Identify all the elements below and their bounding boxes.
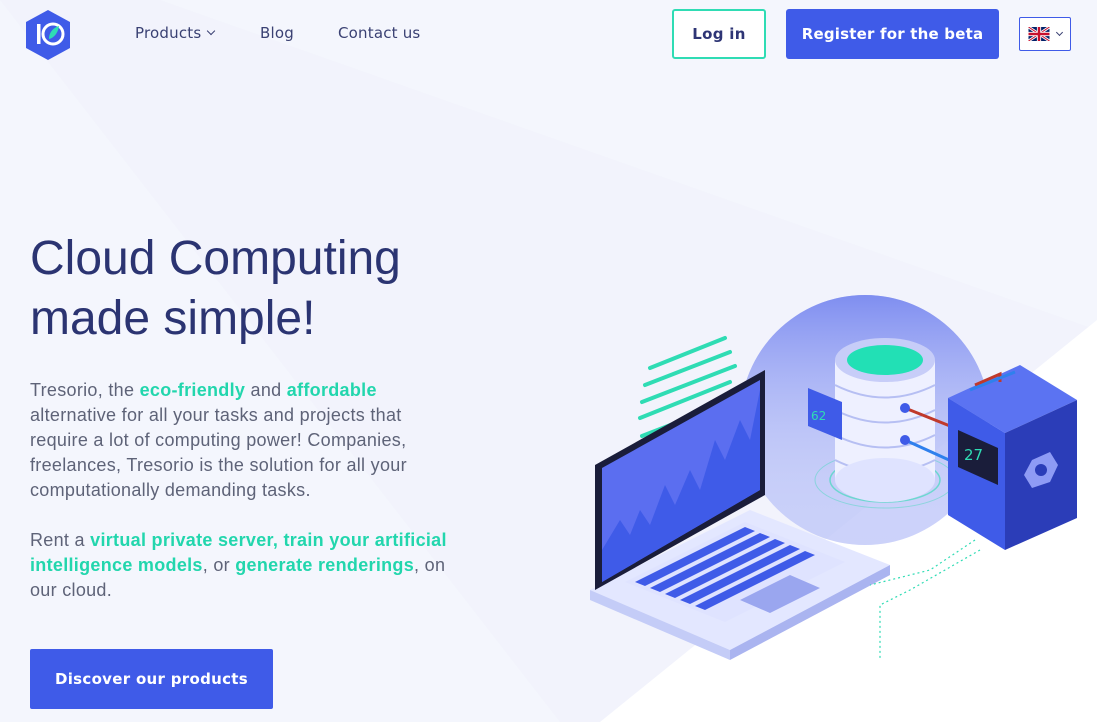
chevron-down-icon [207, 26, 216, 36]
hero-description: Tresorio, the eco-friendly and affordabl… [30, 378, 460, 603]
register-button[interactable]: Register for the beta [786, 9, 999, 59]
uk-flag-icon [1028, 27, 1050, 41]
login-button[interactable]: Log in [672, 9, 766, 59]
nav-blog-label: Blog [260, 24, 294, 42]
discover-products-button[interactable]: Discover our products [30, 649, 273, 709]
hero-paragraph-2: Rent a virtual private server, train you… [30, 528, 460, 603]
language-selector[interactable] [1019, 17, 1071, 51]
nav-contact[interactable]: Contact us [338, 24, 420, 42]
nav-blog[interactable]: Blog [260, 24, 338, 42]
text: , or [202, 555, 236, 575]
temp-small-value: 62 [811, 409, 826, 423]
hero-title-line2: made simple! [30, 292, 316, 345]
hero-paragraph-1: Tresorio, the eco-friendly and affordabl… [30, 378, 460, 503]
login-button-label: Log in [692, 25, 746, 43]
main-nav: Products Blog Contact us [135, 24, 420, 42]
highlight-affordable: affordable [286, 380, 377, 400]
text: Rent a [30, 530, 91, 550]
tresorio-logo[interactable] [23, 9, 73, 61]
highlight-renderings: generate renderings [235, 555, 415, 575]
text: alternative for all your tasks and proje… [30, 405, 407, 500]
nav-products[interactable]: Products [135, 24, 260, 42]
chevron-down-icon [1055, 28, 1064, 37]
cloud-computing-illustration: 62 27 [590, 295, 1077, 660]
register-button-label: Register for the beta [801, 25, 984, 43]
hero-title: Cloud Computing made simple! [30, 229, 490, 349]
text: Tresorio, the [30, 380, 140, 400]
text: and [245, 380, 287, 400]
temp-large-value: 27 [964, 446, 983, 464]
discover-products-label: Discover our products [54, 670, 249, 688]
nav-contact-label: Contact us [338, 24, 421, 42]
hero-title-line1: Cloud Computing [30, 232, 401, 285]
nav-products-label: Products [135, 24, 202, 42]
highlight-eco-friendly: eco-friendly [139, 380, 246, 400]
